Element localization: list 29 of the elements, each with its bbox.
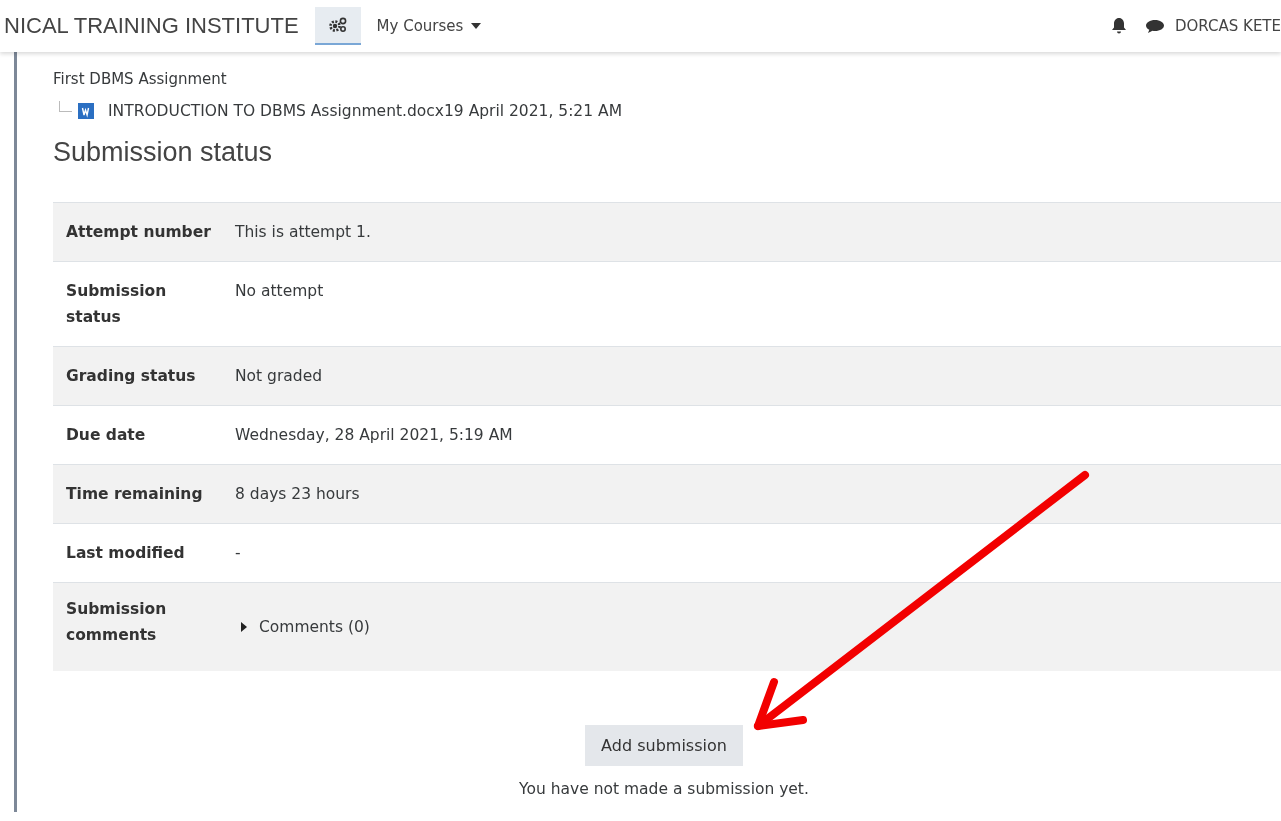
row-value: - [234, 543, 241, 564]
row-value: Not graded [234, 366, 322, 387]
row-label: Submission comments [65, 599, 168, 646]
settings-button[interactable] [314, 7, 361, 45]
speech-bubble-icon[interactable] [1145, 18, 1165, 34]
row-value: This is attempt 1. [234, 222, 371, 243]
gears-icon [328, 17, 347, 33]
section-heading: Submission status [53, 137, 274, 168]
row-label: Time remaining [65, 484, 204, 505]
row-label: Last modified [65, 543, 186, 564]
file-link[interactable]: INTRODUCTION TO DBMS Assignment.docx [108, 102, 444, 120]
row-value: 8 days 23 hours [234, 484, 360, 505]
row-label: Due date [65, 425, 147, 446]
site-name[interactable]: NICAL TRAINING INSTITUTE [4, 13, 299, 39]
file-date: 19 April 2021, 5:21 AM [444, 102, 622, 120]
row-label: Attempt number [65, 222, 212, 243]
row-label: Grading status [65, 366, 197, 387]
comments-toggle[interactable]: Comments (0) [235, 583, 376, 671]
assignment-title: First DBMS Assignment [53, 69, 228, 88]
my-courses-menu[interactable]: My Courses [372, 13, 486, 39]
word-document-icon [78, 103, 94, 119]
bell-icon[interactable] [1111, 17, 1127, 35]
row-label: Submission status [65, 281, 168, 328]
caret-icon [471, 23, 482, 29]
row-value: Wednesday, 28 April 2021, 5:19 AM [234, 425, 513, 446]
add-submission-button[interactable]: Add submission [585, 725, 743, 766]
row-value: No attempt [234, 281, 324, 302]
submission-note: You have not made a submission yet. [518, 780, 810, 798]
user-name[interactable]: DORCAS KETE [1175, 17, 1281, 35]
